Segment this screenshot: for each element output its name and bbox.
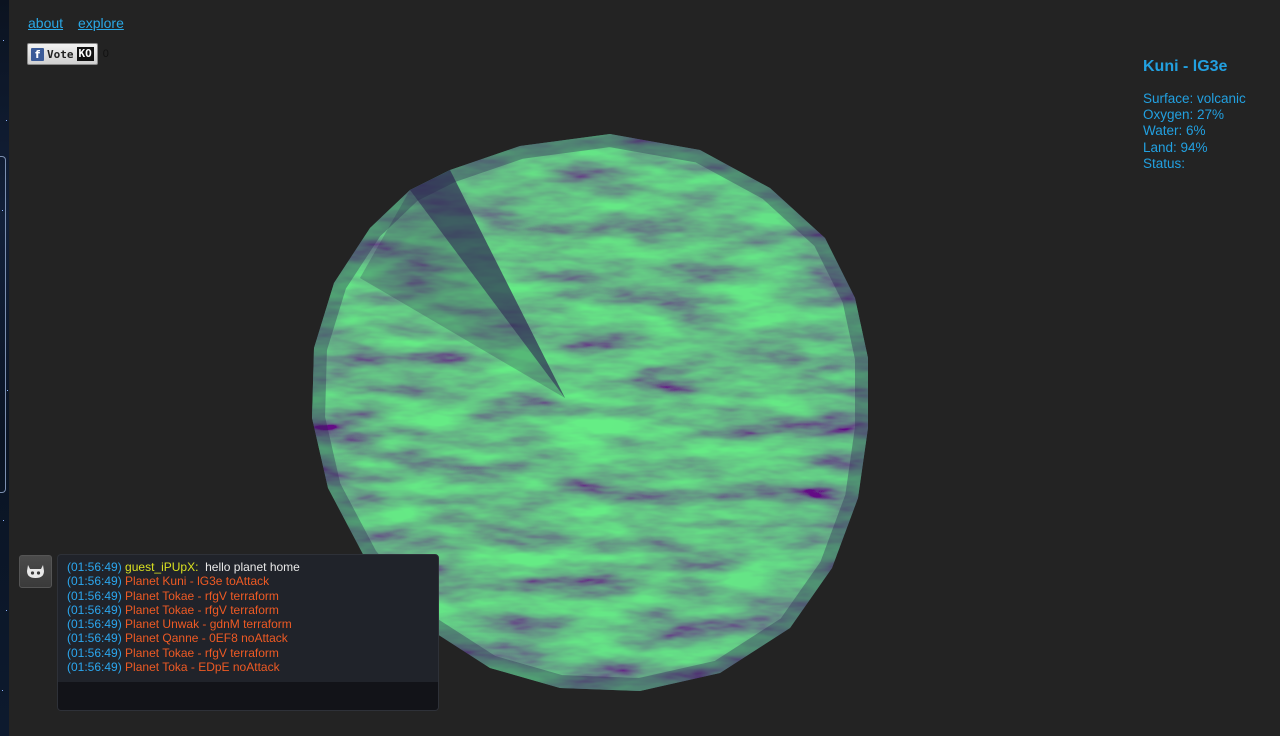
chat-timestamp: (01:56:49)	[67, 660, 122, 675]
chat-event: Planet Unwak - gdnM terraform	[125, 617, 292, 632]
chat-username[interactable]: guest_iPUpX:	[125, 560, 198, 574]
vote-label: Vote	[47, 47, 74, 61]
planet-info-panel: Kuni - lG3e Surface: volcanic Oxygen: 27…	[1143, 58, 1246, 172]
chat-message: (01:56:49) guest_iPUpX: hello planet hom…	[67, 560, 438, 574]
chat-message: (01:56:49) Planet Tokae - rfgV terraform	[67, 646, 438, 660]
chat-log: (01:56:49) guest_iPUpX: hello planet hom…	[58, 555, 438, 674]
chat-message: (01:56:49) Planet Toka - EDpE noAttack	[67, 660, 438, 674]
planet-title: Kuni - lG3e	[1143, 58, 1228, 75]
explore-link[interactable]: explore	[78, 15, 124, 31]
chat-message: (01:56:49) Planet Tokae - rfgV terraform	[67, 603, 438, 617]
github-octocat-icon[interactable]	[19, 555, 52, 588]
chat-event: Planet Kuni - lG3e toAttack	[125, 574, 270, 589]
status-stat: Status:	[1143, 155, 1186, 171]
collapsed-side-panel[interactable]	[0, 156, 6, 493]
vote-count: 0	[102, 48, 109, 60]
vote-button[interactable]: f Vote KO	[27, 43, 98, 65]
chat-message: (01:56:49) Planet Unwak - gdnM terraform	[67, 617, 438, 631]
ko-label: KO	[76, 47, 94, 61]
chat-panel: (01:56:49) guest_iPUpX: hello planet hom…	[57, 554, 439, 711]
surface-stat: Surface: volcanic	[1143, 91, 1246, 106]
about-link[interactable]: about	[28, 15, 63, 31]
app-root: about explore f Vote KO 0 Kuni - lG3e Su…	[0, 0, 1280, 736]
facebook-icon: f	[31, 47, 44, 61]
chat-timestamp: (01:56:49)	[67, 602, 122, 617]
chat-message: (01:56:49) Planet Qanne - 0EF8 noAttack	[67, 631, 438, 645]
chat-message: (01:56:49) Planet Kuni - lG3e toAttack	[67, 574, 438, 588]
chat-event: Planet Tokae - rfgV terraform	[125, 588, 279, 603]
chat-event: Planet Tokae - rfgV terraform	[125, 645, 279, 660]
chat-input[interactable]	[58, 682, 438, 710]
oxygen-stat: Oxygen: 27%	[1143, 107, 1225, 123]
chat-timestamp: (01:56:49)	[67, 588, 122, 603]
chat-event: Planet Tokae - rfgV terraform	[125, 602, 279, 617]
chat-timestamp: (01:56:49)	[67, 617, 122, 632]
chat-message: (01:56:49) Planet Tokae - rfgV terraform	[67, 589, 438, 603]
vote-widget: f Vote KO 0	[27, 43, 109, 65]
chat-timestamp: (01:56:49)	[67, 631, 122, 646]
chat-timestamp: (01:56:49)	[67, 560, 122, 574]
chat-event: Planet Qanne - 0EF8 noAttack	[125, 631, 288, 646]
chat-event: Planet Toka - EDpE noAttack	[125, 660, 280, 675]
top-nav: about explore	[28, 15, 135, 31]
water-stat: Water: 6%	[1143, 123, 1206, 139]
chat-text: hello planet home	[205, 560, 300, 574]
chat-timestamp: (01:56:49)	[67, 574, 122, 589]
land-stat: Land: 94%	[1143, 139, 1208, 155]
chat-timestamp: (01:56:49)	[67, 645, 122, 660]
